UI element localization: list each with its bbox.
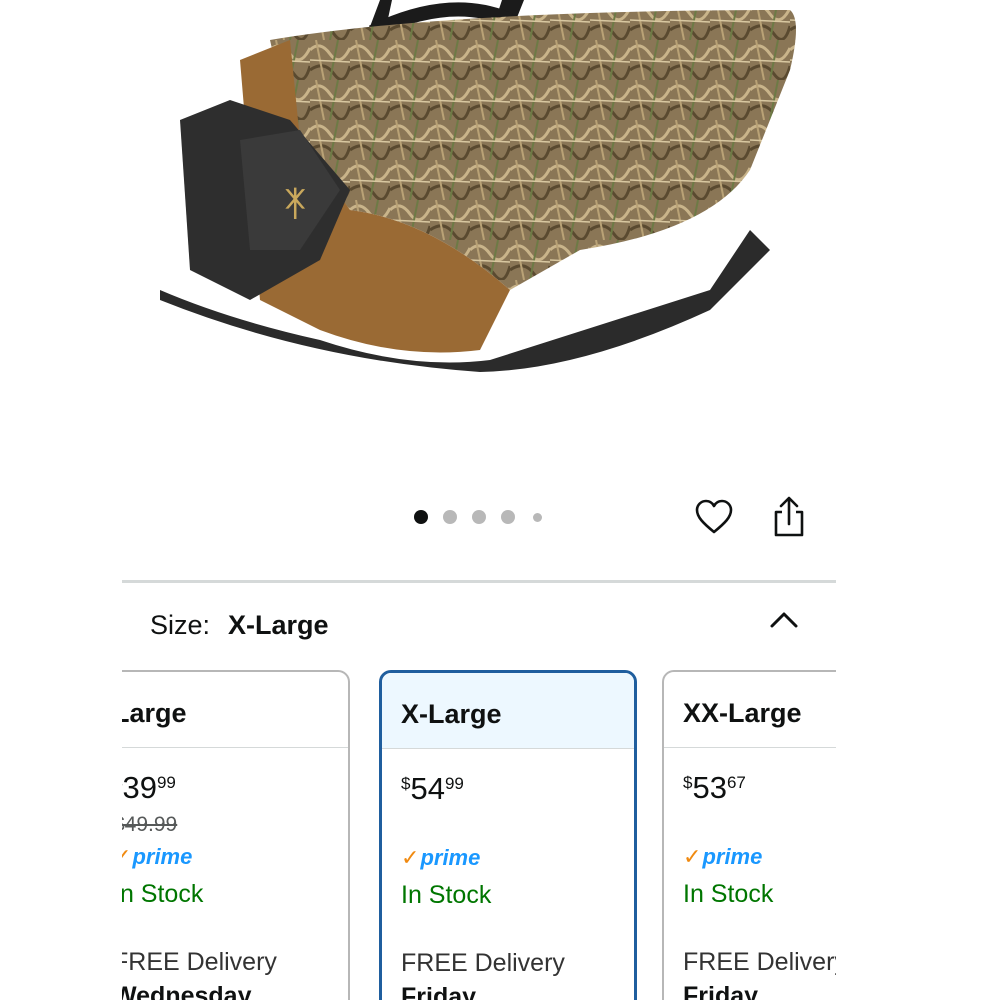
carousel-dot[interactable] xyxy=(443,510,457,524)
size-option-name: Large xyxy=(122,698,187,728)
carousel-dot[interactable] xyxy=(533,513,542,522)
prime-badge: ✓prime xyxy=(401,847,480,869)
stock-status: In Stock xyxy=(401,881,492,909)
prime-check-icon: ✓ xyxy=(683,844,702,869)
product-image[interactable]: ᛡ xyxy=(150,0,810,380)
selected-size-value: X-Large xyxy=(228,610,329,640)
size-option-header: Large xyxy=(122,672,348,748)
size-option-name: X-Large xyxy=(401,699,502,729)
price: $5499 xyxy=(401,771,464,807)
delivery-day: Friday xyxy=(401,983,477,1000)
price: $5367 xyxy=(683,770,746,806)
size-option-x-large[interactable]: X-Large $5499 ✓ prime In Stock FREE Deliv… xyxy=(379,670,637,1000)
size-selector-header[interactable]: Size: X-Large xyxy=(150,608,810,648)
carousel-dot[interactable] xyxy=(472,510,486,524)
carousel-dot[interactable] xyxy=(501,510,515,524)
delivery-text: FREE Delivery xyxy=(401,949,565,977)
prime-check-icon: ✓ xyxy=(401,845,420,870)
share-icon xyxy=(774,496,804,537)
price-whole: 39 xyxy=(122,770,157,805)
price-fraction: 99 xyxy=(156,773,176,792)
size-option-large[interactable]: Large $3999 $49.99 ✓prime In Stock FREE … xyxy=(122,670,350,1000)
prime-badge: ✓prime xyxy=(683,846,762,868)
prime-label: prime xyxy=(132,844,193,869)
delivery-text: FREE Delivery xyxy=(122,948,277,976)
price-fraction: 67 xyxy=(726,773,746,792)
chevron-up-icon[interactable] xyxy=(766,608,802,632)
favorite-button[interactable] xyxy=(693,496,735,538)
size-option-header: XX-Large xyxy=(664,672,836,748)
size-options-list[interactable]: Large $3999 $49.99 ✓prime In Stock FREE … xyxy=(122,670,836,1000)
prime-check-icon: ✓ xyxy=(122,846,131,868)
stock-status: In Stock xyxy=(683,880,774,908)
size-option-xx-large[interactable]: XX-Large $5367 ✓ prime In Stock FREE Deli… xyxy=(662,670,836,1000)
svg-text:ᛡ: ᛡ xyxy=(285,184,306,224)
dog-vest-image: ᛡ xyxy=(160,0,796,372)
prime-label: prime xyxy=(702,844,763,869)
price-symbol: $ xyxy=(683,773,693,792)
delivery-day: Friday xyxy=(683,982,759,1000)
heart-icon xyxy=(695,499,733,534)
price-symbol: $ xyxy=(401,774,411,793)
delivery-text: FREE Delivery xyxy=(683,948,836,976)
price-whole: 54 xyxy=(410,771,445,806)
stock-status: In Stock xyxy=(122,880,204,908)
size-label: Size: xyxy=(150,610,211,640)
carousel-dot-active[interactable] xyxy=(414,510,428,524)
share-button[interactable] xyxy=(768,494,810,540)
price-whole: 53 xyxy=(692,770,727,805)
list-price: $49.99 xyxy=(122,813,178,836)
size-option-name: XX-Large xyxy=(683,698,802,728)
prime-label: prime xyxy=(420,845,481,870)
price-fraction: 99 xyxy=(444,774,464,793)
size-option-header: X-Large xyxy=(382,673,634,749)
section-divider xyxy=(122,580,836,583)
delivery-day: Wednesday xyxy=(122,982,252,1000)
prime-badge: ✓prime xyxy=(122,846,192,868)
price: $3999 xyxy=(122,770,176,806)
